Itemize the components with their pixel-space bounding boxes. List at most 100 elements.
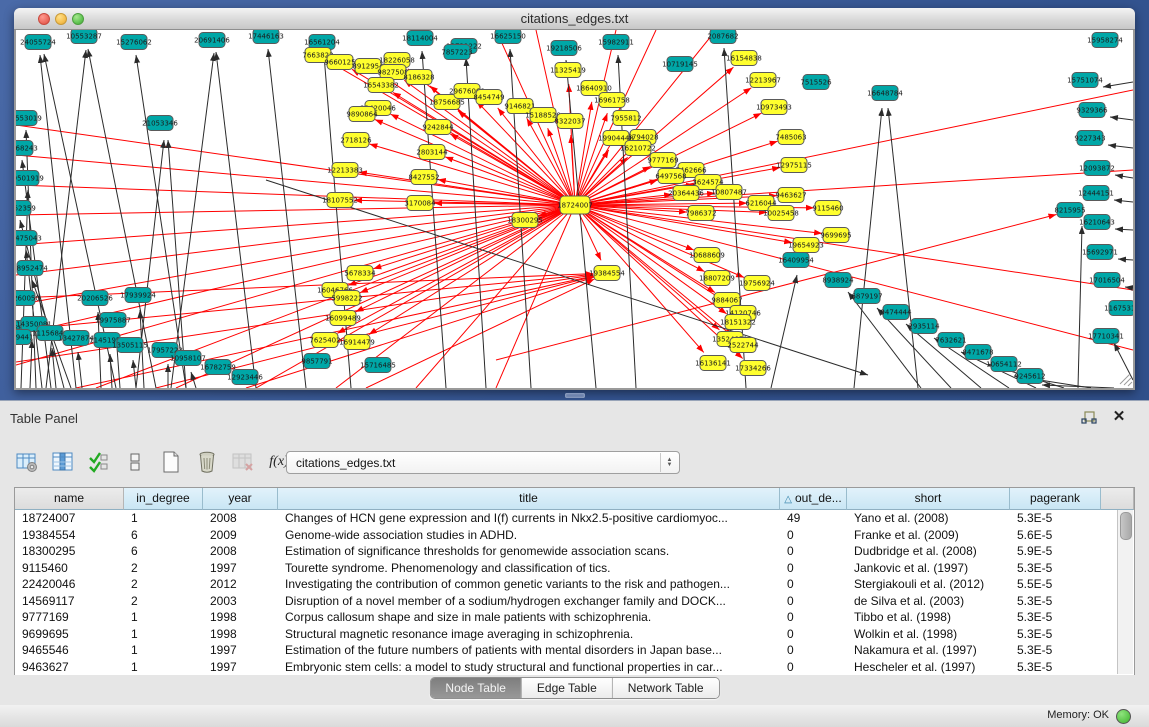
graph-node[interactable]: 12213383 <box>327 163 363 178</box>
graph-node[interactable]: 9245612 <box>1014 369 1045 384</box>
table-cell-name[interactable]: 9699695 <box>15 626 124 643</box>
graph-node[interactable]: 9242844 <box>422 120 454 135</box>
graph-node[interactable]: 8215955 <box>1054 203 1085 218</box>
graph-node[interactable]: 16210643 <box>1079 215 1115 230</box>
column-header-in_degree[interactable]: in_degree <box>124 488 203 510</box>
table-cell-short[interactable]: Wolkin et al. (1998) <box>847 626 1010 643</box>
graph-node[interactable]: 5678334 <box>344 266 376 281</box>
graph-node[interactable]: 11325419 <box>550 63 586 78</box>
table-cell-year[interactable]: 1998 <box>203 626 278 643</box>
graph-node[interactable]: 7625402 <box>309 333 340 348</box>
table-cell-out_degree[interactable]: 0 <box>780 527 847 544</box>
graph-node[interactable]: 16543382 <box>363 78 399 93</box>
graph-node[interactable]: 15276062 <box>116 35 152 50</box>
window-titlebar[interactable]: citations_edges.txt <box>14 8 1135 30</box>
column-header-title[interactable]: title <box>278 488 780 510</box>
graph-node[interactable]: 3919441 <box>16 330 34 345</box>
table-cell-year[interactable]: 2008 <box>203 510 278 527</box>
table-cell-title[interactable]: Embryonic stem cells: a model to study s… <box>278 659 780 676</box>
graph-node[interactable]: 19654923 <box>788 238 824 253</box>
table-cell-year[interactable]: 2012 <box>203 576 278 593</box>
table-cell-name[interactable]: 19384554 <box>15 527 124 544</box>
tab-node-table[interactable]: Node Table <box>430 678 522 698</box>
table-row[interactable]: 1938455462009Genome-wide association stu… <box>15 527 1134 544</box>
graph-node[interactable]: 10958107 <box>170 351 206 366</box>
table-cell-short[interactable]: Tibbo et al. (1998) <box>847 609 1010 626</box>
table-cell-in_degree[interactable]: 1 <box>124 659 203 676</box>
graph-node[interactable]: 2087682 <box>707 30 738 44</box>
table-cell-short[interactable]: Franke et al. (2009) <box>847 527 1010 544</box>
graph-node[interactable]: 7632621 <box>935 333 966 348</box>
graph-node[interactable]: 17939924 <box>120 288 156 303</box>
graph-node[interactable]: 14568243 <box>16 141 38 156</box>
graph-node[interactable]: 2803144 <box>416 145 448 160</box>
show-columns-icon[interactable] <box>50 449 76 475</box>
table-cell-year[interactable]: 1997 <box>203 642 278 659</box>
scrollbar-thumb[interactable] <box>1120 512 1132 540</box>
graph-node[interactable]: 2718126 <box>340 133 372 148</box>
table-cell-out_degree[interactable]: 0 <box>780 593 847 610</box>
table-cell-short[interactable]: Yano et al. (2008) <box>847 510 1010 527</box>
table-cell-name[interactable]: 14569117 <box>15 593 124 610</box>
graph-node[interactable]: 8938924 <box>822 273 854 288</box>
graph-node[interactable]: 2522744 <box>727 338 759 353</box>
graph-node[interactable]: 10025458 <box>763 206 799 221</box>
network-graph-canvas[interactable]: 2405572410553287152760622069140617446163… <box>16 30 1133 388</box>
table-cell-title[interactable]: Disruption of a novel member of a sodium… <box>278 593 780 610</box>
table-cell-pagerank[interactable]: 5.3E-5 <box>1010 593 1101 610</box>
table-row[interactable]: 969969511998Structural magnetic resonanc… <box>15 626 1134 643</box>
graph-node[interactable]: 13427874 <box>58 331 94 346</box>
close-panel-icon[interactable]: ✕ <box>1111 409 1127 425</box>
graph-node[interactable]: 7515526 <box>800 75 832 90</box>
graph-node[interactable]: 15958274 <box>1087 33 1123 48</box>
table-cell-in_degree[interactable]: 6 <box>124 527 203 544</box>
graph-node[interactable]: 19756924 <box>739 276 775 291</box>
table-cell-pagerank[interactable]: 5.3E-5 <box>1010 510 1101 527</box>
table-cell-name[interactable]: 9463627 <box>15 659 124 676</box>
graph-node[interactable]: 20364436 <box>668 186 704 201</box>
table-cell-out_degree[interactable]: 0 <box>780 626 847 643</box>
table-cell-year[interactable]: 1997 <box>203 560 278 577</box>
table-cell-pagerank[interactable]: 5.5E-5 <box>1010 576 1101 593</box>
table-cell-in_degree[interactable]: 2 <box>124 560 203 577</box>
graph-node[interactable]: 10688609 <box>689 248 725 263</box>
table-cell-out_degree[interactable]: 49 <box>780 510 847 527</box>
graph-node[interactable]: 12444151 <box>1078 186 1114 201</box>
graph-node[interactable]: 20553019 <box>16 111 42 126</box>
graph-node[interactable]: 19501919 <box>16 171 44 186</box>
table-cell-in_degree[interactable]: 2 <box>124 593 203 610</box>
table-cell-short[interactable]: Nakamura et al. (1997) <box>847 642 1010 659</box>
graph-node[interactable]: 9227343 <box>1074 131 1105 146</box>
graph-node[interactable]: 16409954 <box>778 253 814 268</box>
float-window-icon[interactable] <box>1081 410 1097 426</box>
table-cell-pagerank[interactable]: 5.3E-5 <box>1010 560 1101 577</box>
graph-node[interactable]: 12975115 <box>776 158 812 173</box>
table-cell-short[interactable]: Jankovic et al. (1997) <box>847 560 1010 577</box>
table-cell-title[interactable]: Genome-wide association studies in ADHD. <box>278 527 780 544</box>
table-cell-year[interactable]: 1997 <box>203 659 278 676</box>
table-cell-pagerank[interactable]: 5.3E-5 <box>1010 642 1101 659</box>
graph-node[interactable]: 6879197 <box>851 289 882 304</box>
delete-icon[interactable] <box>194 449 220 475</box>
table-cell-year[interactable]: 2008 <box>203 543 278 560</box>
graph-node[interactable]: 16099489 <box>325 311 361 326</box>
delete-table-icon[interactable] <box>230 449 256 475</box>
column-header-out_degree[interactable]: △out_de... <box>780 488 847 510</box>
table-cell-title[interactable]: Estimation of the future numbers of pati… <box>278 642 780 659</box>
graph-node[interactable]: 10807487 <box>711 185 747 200</box>
graph-node[interactable]: 10973493 <box>756 100 792 115</box>
graph-node[interactable]: 9463627 <box>775 188 806 203</box>
graph-node[interactable]: 16961758 <box>594 93 630 108</box>
table-cell-out_degree[interactable]: 0 <box>780 576 847 593</box>
table-cell-name[interactable]: 9465546 <box>15 642 124 659</box>
graph-node[interactable]: 18952474 <box>16 261 48 276</box>
graph-node[interactable]: 9890864 <box>346 107 378 122</box>
graph-node[interactable]: 18107552 <box>322 193 358 208</box>
new-column-icon[interactable] <box>158 449 184 475</box>
table-cell-out_degree[interactable]: 0 <box>780 543 847 560</box>
graph-node[interactable]: 12093872 <box>1079 161 1115 176</box>
table-cell-year[interactable]: 2009 <box>203 527 278 544</box>
graph-node[interactable]: 16154838 <box>726 51 762 66</box>
table-row[interactable]: 946554611997Estimation of the future num… <box>15 642 1134 659</box>
graph-node[interactable]: 7955812 <box>610 111 641 126</box>
